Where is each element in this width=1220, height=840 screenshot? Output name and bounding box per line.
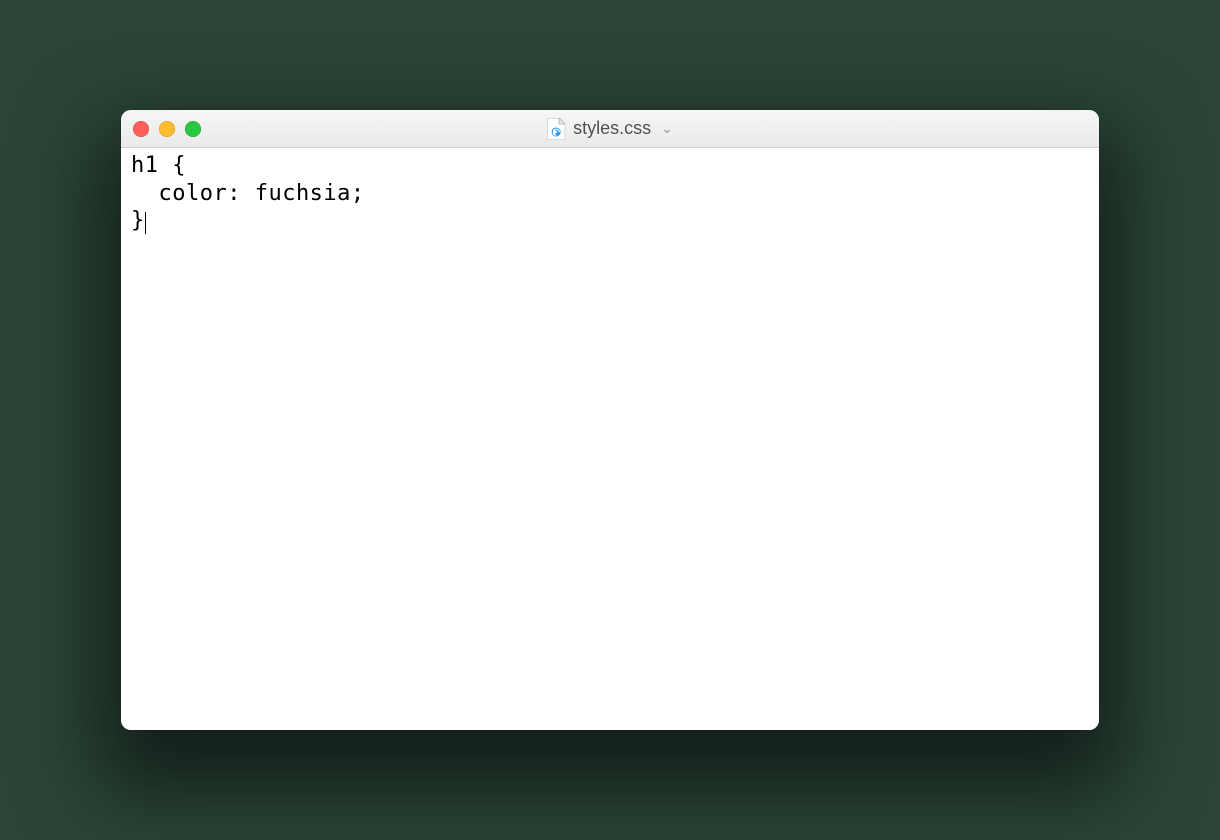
css-file-icon (547, 118, 565, 140)
window-title: styles.css (573, 118, 651, 139)
text-editor-window: styles.css ⌄ h1 { color: fuchsia; } (121, 110, 1099, 730)
zoom-button[interactable] (185, 121, 201, 137)
window-title-group[interactable]: styles.css ⌄ (547, 118, 673, 140)
code-text[interactable]: h1 { color: fuchsia; } (131, 152, 1089, 235)
editor-content-area[interactable]: h1 { color: fuchsia; } (121, 148, 1099, 730)
code-line-3: } (131, 208, 145, 233)
close-button[interactable] (133, 121, 149, 137)
traffic-lights (133, 121, 201, 137)
chevron-down-icon[interactable]: ⌄ (661, 120, 673, 137)
minimize-button[interactable] (159, 121, 175, 137)
window-titlebar[interactable]: styles.css ⌄ (121, 110, 1099, 148)
code-line-1: h1 { (131, 153, 186, 178)
text-cursor (145, 212, 147, 234)
code-line-2: color: fuchsia; (131, 181, 365, 206)
